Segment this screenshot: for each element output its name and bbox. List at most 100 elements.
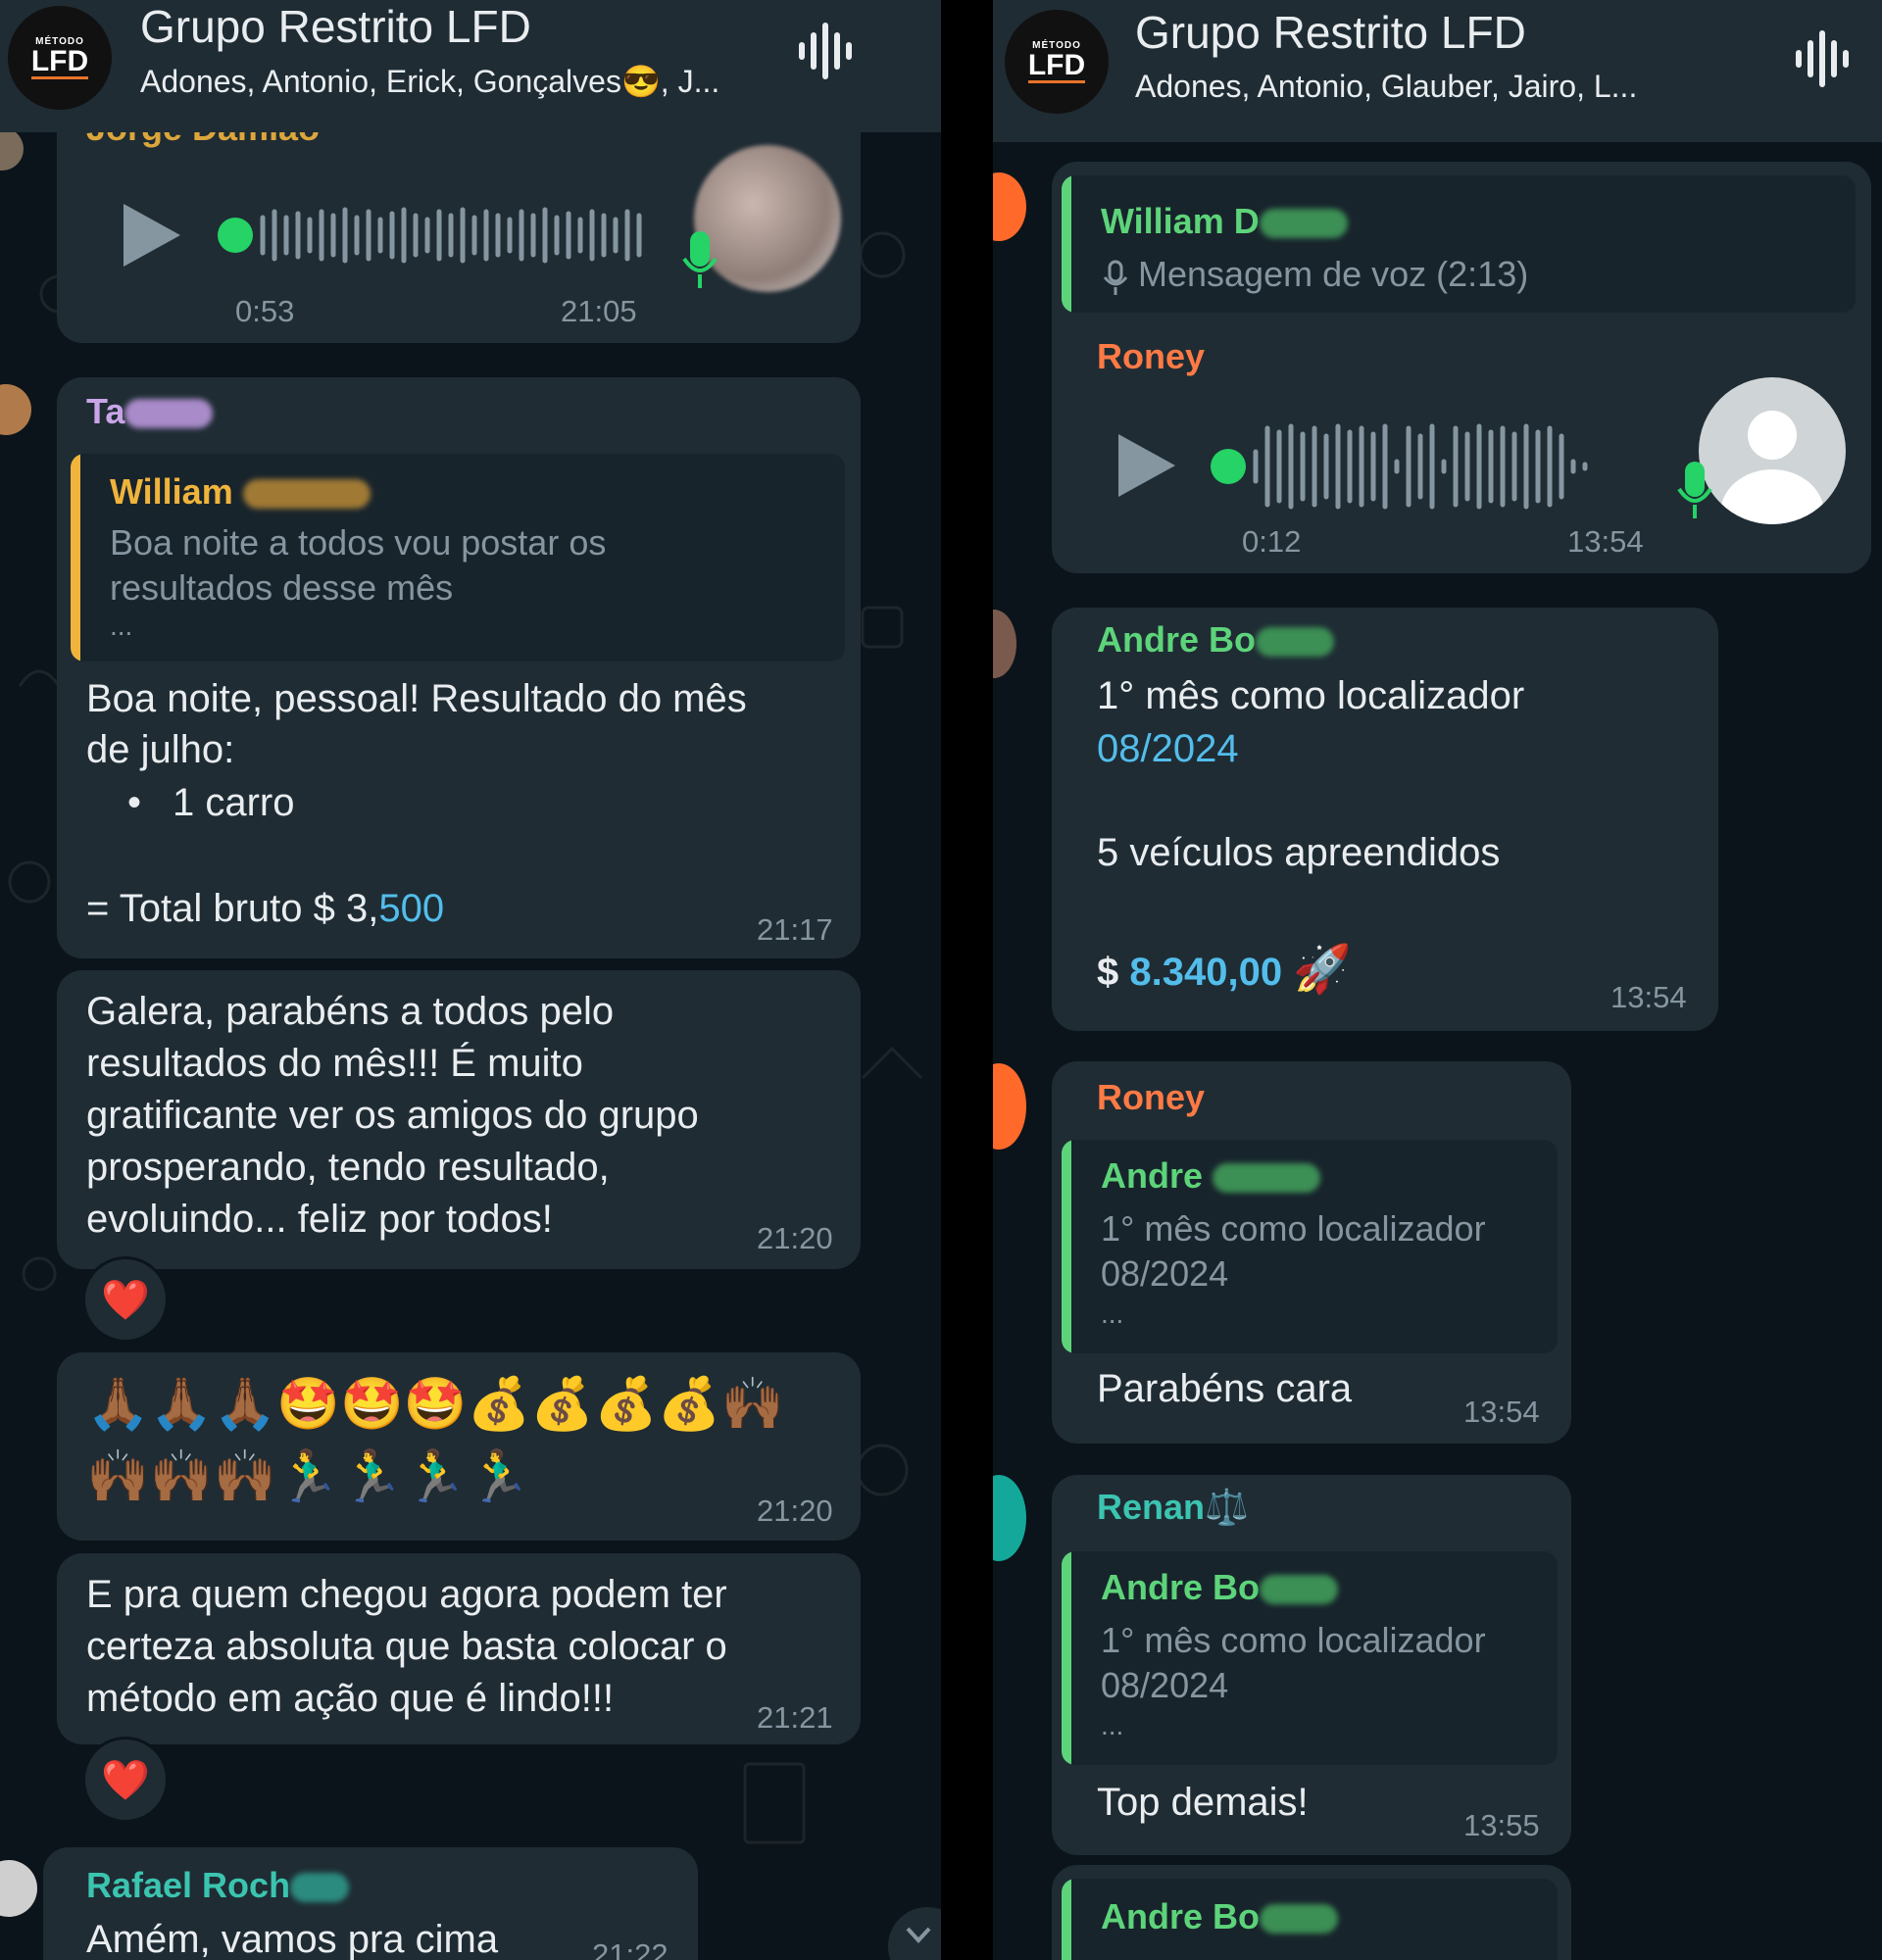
quote-text: Mensagem de voz (2:13) <box>1138 254 1529 294</box>
quote-bar <box>1062 1879 1071 1960</box>
play-icon[interactable] <box>116 196 184 274</box>
redacted-blur <box>124 399 214 429</box>
chat-header[interactable]: MÉTODO LFD Grupo Restrito LFD Adones, An… <box>993 0 1882 142</box>
message-text-line: Galera, parabéns a todos pelo <box>86 990 615 1033</box>
message-sender[interactable]: Roney <box>1097 1077 1205 1118</box>
avatar-body <box>1720 469 1824 524</box>
message-text-line: 1 carro <box>173 781 295 824</box>
chevron-down-icon <box>906 1927 931 1943</box>
group-avatar[interactable]: MÉTODO LFD <box>8 6 112 110</box>
message-time: 13:54 <box>1567 524 1644 559</box>
quoted-message[interactable]: Andre Bo <box>1062 1879 1558 1960</box>
waveform-slider[interactable] <box>214 206 704 265</box>
message-bubble: Rafael Roch Amém, vamos pra cima 21:22 <box>43 1847 698 1960</box>
bullet: • <box>127 781 142 824</box>
group-avatar[interactable]: MÉTODO LFD <box>1005 10 1109 114</box>
waveform-slider[interactable] <box>1209 422 1640 511</box>
message-time: 13:54 <box>1610 980 1687 1014</box>
quote-sender: William <box>110 471 371 513</box>
message-sender[interactable]: Andre Bo <box>1097 619 1334 661</box>
quote-more: ... <box>1101 1298 1124 1329</box>
quote-sender: Andre Bo <box>1101 1567 1338 1608</box>
logo-text: LFD <box>1027 49 1086 83</box>
audio-wave-icon[interactable] <box>796 22 855 80</box>
redacted-blur <box>1260 1575 1338 1605</box>
message-bubble: Andre Bo 1° mês como localizador 08/2024… <box>1052 608 1718 1031</box>
heart-reaction[interactable]: ❤️ <box>82 1256 169 1343</box>
message-text-line: gratificante ver os amigos do grupo <box>86 1094 699 1137</box>
quote-bar <box>1062 175 1071 313</box>
heart-reaction[interactable]: ❤️ <box>82 1737 169 1823</box>
sender-avatar[interactable] <box>993 1475 1026 1561</box>
sender-avatar[interactable] <box>993 610 1016 678</box>
sender-name: Ta <box>86 391 125 431</box>
money-line: $ 8.340,00 🚀 <box>1097 941 1352 997</box>
message-text-line: método em ação que é lindo!!! <box>86 1677 615 1720</box>
avatar-head <box>1748 411 1797 460</box>
quote-text-line: 08/2024 <box>1101 1665 1229 1705</box>
quote-bar <box>1062 1551 1071 1765</box>
mic-icon <box>1103 260 1128 295</box>
quote-sender-name: William D <box>1101 201 1260 241</box>
message-bubble: Roney Andre 1° mês como localizador 08/2… <box>1052 1061 1571 1444</box>
chat-header[interactable]: MÉTODO LFD Grupo Restrito LFD Adones, An… <box>0 0 941 132</box>
money-prefix: $ <box>1097 951 1130 994</box>
message-time: 21:20 <box>757 1494 833 1528</box>
message-time: 21:17 <box>757 912 833 947</box>
quote-more: ... <box>1101 1710 1124 1740</box>
default-avatar-icon[interactable] <box>1699 377 1846 524</box>
message-sender[interactable]: Roney <box>1097 336 1205 377</box>
quoted-message[interactable]: Andre Bo 1° mês como localizador 08/2024… <box>1062 1551 1558 1765</box>
quote-text-line: Boa noite a todos vou postar os <box>110 522 607 563</box>
message-time: 21:22 <box>592 1937 669 1960</box>
voice-message-bubble: Jorge Damião 0:53 21:05 <box>57 98 861 343</box>
quoted-message[interactable]: William Boa noite a todos vou postar os … <box>71 454 845 662</box>
mic-icon <box>682 231 718 288</box>
voice-message-bubble: William D Mensagem de voz (2:13) Roney 0… <box>1052 162 1871 573</box>
message-sender[interactable]: Renan⚖️ <box>1097 1487 1249 1528</box>
quoted-message[interactable]: Andre 1° mês como localizador 08/2024 ..… <box>1062 1140 1558 1353</box>
message-text-line: 5 veículos apreendidos <box>1097 831 1501 874</box>
sender-avatar[interactable] <box>993 172 1026 241</box>
redacted-blur <box>1260 1904 1338 1935</box>
group-title[interactable]: Grupo Restrito LFD <box>140 0 531 53</box>
group-title[interactable]: Grupo Restrito LFD <box>1135 6 1526 59</box>
quote-sender: William D <box>1101 201 1348 242</box>
message-text-line: de julho: <box>86 728 235 771</box>
sender-name: Andre Bo <box>1097 619 1256 660</box>
quote-bar <box>1062 1140 1071 1353</box>
sender-avatar[interactable] <box>993 1063 1026 1150</box>
message-text-line: Amém, vamos pra cima <box>86 1918 499 1960</box>
redacted-blur <box>1213 1163 1321 1194</box>
total-prefix: = Total bruto $ 3, <box>86 887 379 930</box>
voice-duration: 0:12 <box>1242 524 1302 559</box>
right-chat-panel: MÉTODO LFD Grupo Restrito LFD Adones, An… <box>993 0 1882 1960</box>
message-text-line: 1° mês como localizador <box>1097 674 1525 717</box>
message-text-line: evoluindo... feliz por todos! <box>86 1198 553 1241</box>
money-value[interactable]: 8.340,00 <box>1129 951 1282 994</box>
group-members[interactable]: Adones, Antonio, Glauber, Jairo, L... <box>1135 69 1637 105</box>
quote-sender-name: Andre Bo <box>1101 1567 1260 1607</box>
date-link[interactable]: 08/2024 <box>1097 727 1239 771</box>
quoted-message[interactable]: William D Mensagem de voz (2:13) <box>1062 175 1856 313</box>
phone-link[interactable]: 500 <box>378 887 444 930</box>
message-text-line: Parabéns cara <box>1097 1367 1353 1410</box>
quote-sender-name: Andre <box>1101 1155 1204 1196</box>
quote-text-line: resultados desse mês <box>110 567 454 608</box>
audio-wave-icon[interactable] <box>1793 29 1852 88</box>
rocket-icon: 🚀 <box>1293 944 1352 996</box>
message-bubble: E pra quem chegou agora podem ter certez… <box>57 1553 861 1744</box>
message-text-line: Top demais! <box>1097 1781 1309 1824</box>
message-sender[interactable]: Ta <box>86 391 214 432</box>
message-sender[interactable]: Rafael Roch <box>86 1865 350 1906</box>
message-bubble: Andre Bo <box>1052 1865 1571 1960</box>
message-bubble: 🙏🏾🙏🏾🙏🏾🤩🤩🤩💰💰💰💰🙌🏾 🙌🏾🙌🏾🙌🏾🏃‍♂️🏃‍♂️🏃‍♂️🏃‍♂️ 2… <box>57 1352 861 1541</box>
message-time: 13:54 <box>1463 1395 1540 1429</box>
message-text-line: certeza absoluta que basta colocar o <box>86 1625 727 1668</box>
message-time: 21:21 <box>757 1700 833 1735</box>
redacted-blur <box>1259 209 1348 239</box>
play-icon[interactable] <box>1111 426 1179 505</box>
group-members[interactable]: Adones, Antonio, Erick, Gonçalves😎, J... <box>140 63 719 100</box>
message-bubble: Galera, parabéns a todos pelo resultados… <box>57 970 861 1269</box>
message-text-line: resultados do mês!!! É muito <box>86 1042 583 1085</box>
